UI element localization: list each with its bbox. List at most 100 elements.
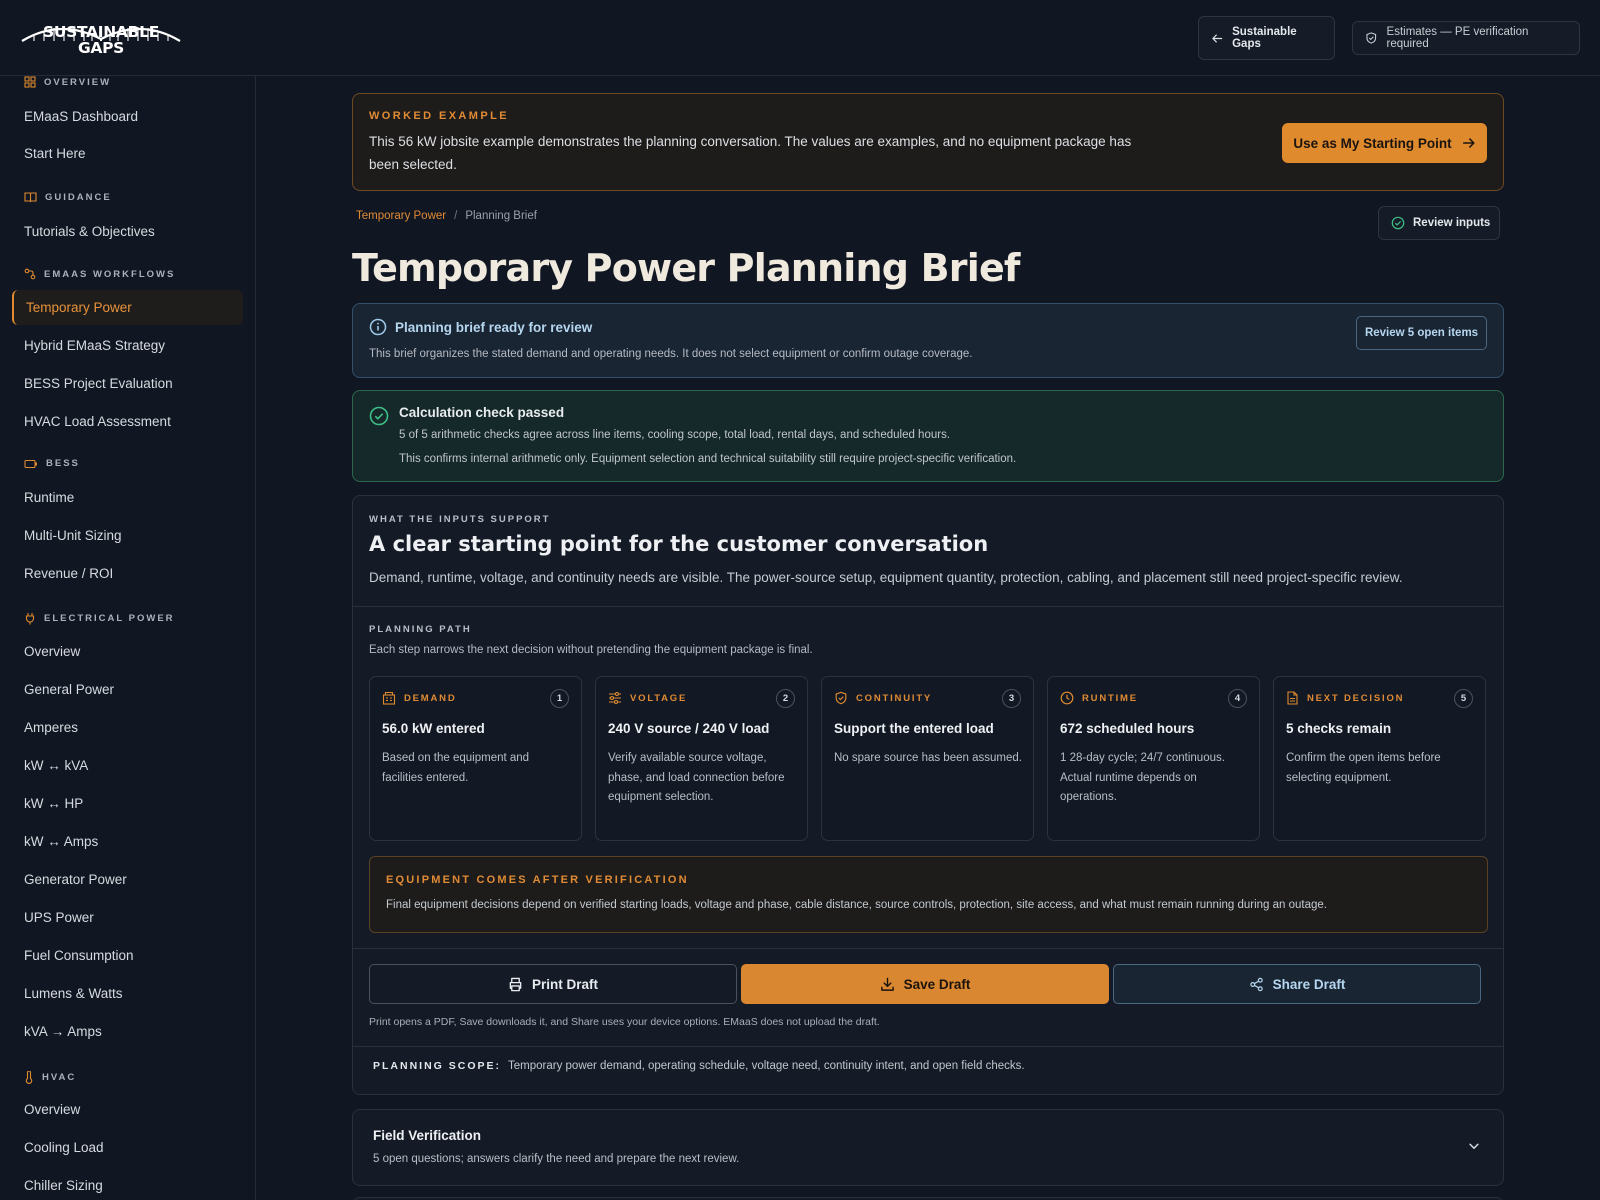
sidebar-item-hvac-overview[interactable]: Overview	[24, 1102, 80, 1117]
back-button-label: Sustainable Gaps	[1232, 26, 1297, 50]
shield-check-icon	[1366, 32, 1377, 44]
step-label-text: CONTINUITY	[856, 692, 933, 704]
sidebar-item-multi-unit-sizing[interactable]: Multi-Unit Sizing	[24, 528, 122, 543]
step-note: Verify available source voltage, phase, …	[608, 752, 785, 803]
sidebar-item-hvac-load-assessment[interactable]: HVAC Load Assessment	[24, 414, 171, 429]
sidebar-group-bess: BESS	[24, 458, 80, 469]
step-label-text: VOLTAGE	[630, 692, 688, 704]
sidebar-item-ups-power[interactable]: UPS Power	[24, 910, 94, 925]
calculation-check-line-1: 5 of 5 arithmetic checks agree across li…	[399, 429, 951, 441]
step-value: 56.0 kW entered	[382, 721, 485, 736]
sidebar-group-label: GUIDANCE	[45, 191, 112, 203]
sidebar-item-hybrid-emaas-strategy[interactable]: Hybrid EMaaS Strategy	[24, 338, 165, 353]
planning-path-label: PLANNING PATH	[369, 624, 472, 635]
sidebar-item-chiller-sizing[interactable]: Chiller Sizing	[24, 1178, 103, 1193]
share-draft-button[interactable]: Share Draft	[1113, 964, 1481, 1004]
sidebar-group-label: ELECTRICAL POWER	[44, 613, 175, 624]
step-label: VOLTAGE	[608, 691, 687, 705]
step-label-text: DEMAND	[404, 692, 457, 704]
step-card-next-decision: NEXT DECISION 5 5 checks remain Confirm …	[1273, 676, 1486, 841]
brand-logo[interactable]: SUSTAINABLE GAPS	[20, 22, 182, 56]
sidebar-item-fuel-consumption[interactable]: Fuel Consumption	[24, 948, 134, 963]
share-icon	[1249, 977, 1263, 991]
sidebar-item-kw-hp[interactable]: kW ↔ HP	[24, 796, 83, 811]
page-title: Temporary Power Planning Brief	[352, 246, 1020, 290]
sidebar-item-runtime[interactable]: Runtime	[24, 490, 74, 505]
brief-ready-title: Planning brief ready for review	[395, 319, 593, 335]
sidebar: OVERVIEW EMaaS Dashboard Start Here GUID…	[0, 76, 256, 1200]
step-note: 1 28-day cycle; 24/7 continuous. Actual …	[1060, 752, 1225, 803]
sliders-icon	[609, 691, 621, 705]
support-lead: Demand, runtime, voltage, and continuity…	[369, 570, 1403, 585]
brand-name: SUSTAINABLE GAPS	[43, 23, 159, 57]
worked-example-description: This 56 kW jobsite example demonstrates …	[369, 134, 1132, 172]
back-to-sustainable-gaps-button[interactable]: Sustainable Gaps	[1198, 16, 1335, 60]
review-inputs-button[interactable]: Review inputs	[1378, 206, 1500, 240]
review-inputs-label: Review inputs	[1413, 217, 1491, 229]
sidebar-item-lumens-watts[interactable]: Lumens & Watts	[24, 986, 123, 1001]
worked-example-tag: WORKED EXAMPLE	[369, 110, 509, 122]
share-draft-label: Share Draft	[1272, 976, 1346, 992]
sidebar-item-electrical-overview[interactable]: Overview	[24, 644, 80, 659]
divider	[353, 1046, 1503, 1047]
step-label: RUNTIME	[1060, 691, 1138, 705]
step-value: 672 scheduled hours	[1060, 721, 1195, 736]
main-content: WORKED EXAMPLE This 56 kW jobsite exampl…	[256, 76, 1600, 1200]
arrow-left-icon	[1212, 33, 1223, 43]
step-label-text: NEXT DECISION	[1307, 692, 1405, 704]
step-label: CONTINUITY	[834, 691, 932, 705]
inputs-support-panel: WHAT THE INPUTS SUPPORT A clear starting…	[352, 495, 1504, 1095]
arrow-right-icon	[1462, 138, 1475, 148]
sidebar-group-label: BESS	[46, 458, 80, 469]
calculation-check-alert: Calculation check passed 5 of 5 arithmet…	[352, 390, 1504, 482]
sidebar-item-emaas-dashboard[interactable]: EMaaS Dashboard	[24, 109, 138, 124]
sidebar-item-amperes[interactable]: Amperes	[24, 720, 78, 735]
step-note: Confirm the open items before selecting …	[1286, 752, 1441, 784]
sidebar-item-revenue-roi[interactable]: Revenue / ROI	[24, 566, 113, 581]
sidebar-item-cooling-load[interactable]: Cooling Load	[24, 1140, 104, 1155]
step-note: Based on the equipment and facilities en…	[382, 752, 530, 784]
sidebar-item-general-power[interactable]: General Power	[24, 682, 114, 697]
step-label: DEMAND	[382, 691, 457, 705]
planning-scope-label: PLANNING SCOPE:	[373, 1060, 502, 1072]
sidebar-item-tutorials[interactable]: Tutorials & Objectives	[24, 224, 155, 239]
step-number: 2	[776, 689, 795, 708]
use-as-starting-point-button[interactable]: Use as My Starting Point	[1282, 123, 1487, 163]
review-open-items-button[interactable]: Review 5 open items	[1356, 316, 1487, 350]
step-value: Support the entered load	[834, 721, 994, 736]
brief-ready-heading: Planning brief ready for review	[369, 318, 592, 336]
thermometer-icon	[25, 1071, 33, 1084]
printer-icon	[509, 977, 522, 991]
sidebar-group-label: EMAAS WORKFLOWS	[44, 268, 176, 280]
sidebar-item-bess-project-evaluation[interactable]: BESS Project Evaluation	[24, 376, 173, 391]
check-circle-icon	[369, 406, 389, 426]
brief-ready-text: This brief organizes the stated demand a…	[369, 348, 973, 360]
sidebar-group-label: HVAC	[42, 1072, 77, 1083]
sidebar-item-temporary-power[interactable]: Temporary Power	[12, 290, 243, 325]
field-verification-title: Field Verification	[373, 1128, 482, 1143]
check-circle-icon	[1391, 216, 1405, 230]
sidebar-item-generator-power[interactable]: Generator Power	[24, 872, 127, 887]
breadcrumb-separator: /	[454, 210, 458, 222]
use-as-starting-point-label: Use as My Starting Point	[1293, 135, 1452, 151]
sidebar-item-kva-amps[interactable]: kVA → Amps	[24, 1024, 102, 1039]
sidebar-group-label: OVERVIEW	[44, 76, 112, 88]
step-card-runtime: RUNTIME 4 672 scheduled hours 1 28-day c…	[1047, 676, 1260, 841]
breadcrumb: Temporary Power / Planning Brief	[356, 210, 537, 222]
step-value: 240 V source / 240 V load	[608, 721, 770, 736]
field-verification-accordion[interactable]: Field Verification 5 open questions; ans…	[352, 1109, 1504, 1186]
sidebar-item-kw-kva[interactable]: kW ↔ kVA	[24, 758, 88, 773]
sidebar-item-start-here[interactable]: Start Here	[24, 146, 86, 161]
save-draft-button[interactable]: Save Draft	[741, 964, 1109, 1004]
sidebar-item-kw-amps[interactable]: kW ↔ Amps	[24, 834, 98, 849]
workflow-icon	[24, 268, 36, 280]
equipment-verification-note: EQUIPMENT COMES AFTER VERIFICATION Final…	[369, 856, 1488, 933]
estimate-badge: Estimates — PE verification required	[1352, 21, 1580, 55]
breadcrumb-temporary-power[interactable]: Temporary Power	[356, 210, 446, 222]
print-draft-button[interactable]: Print Draft	[369, 964, 737, 1004]
divider	[353, 606, 1503, 607]
equipment-verification-text: Final equipment decisions depend on veri…	[386, 899, 1328, 911]
download-icon	[880, 977, 894, 991]
document-icon	[1287, 691, 1298, 705]
chevron-down-icon[interactable]	[1467, 1139, 1481, 1153]
